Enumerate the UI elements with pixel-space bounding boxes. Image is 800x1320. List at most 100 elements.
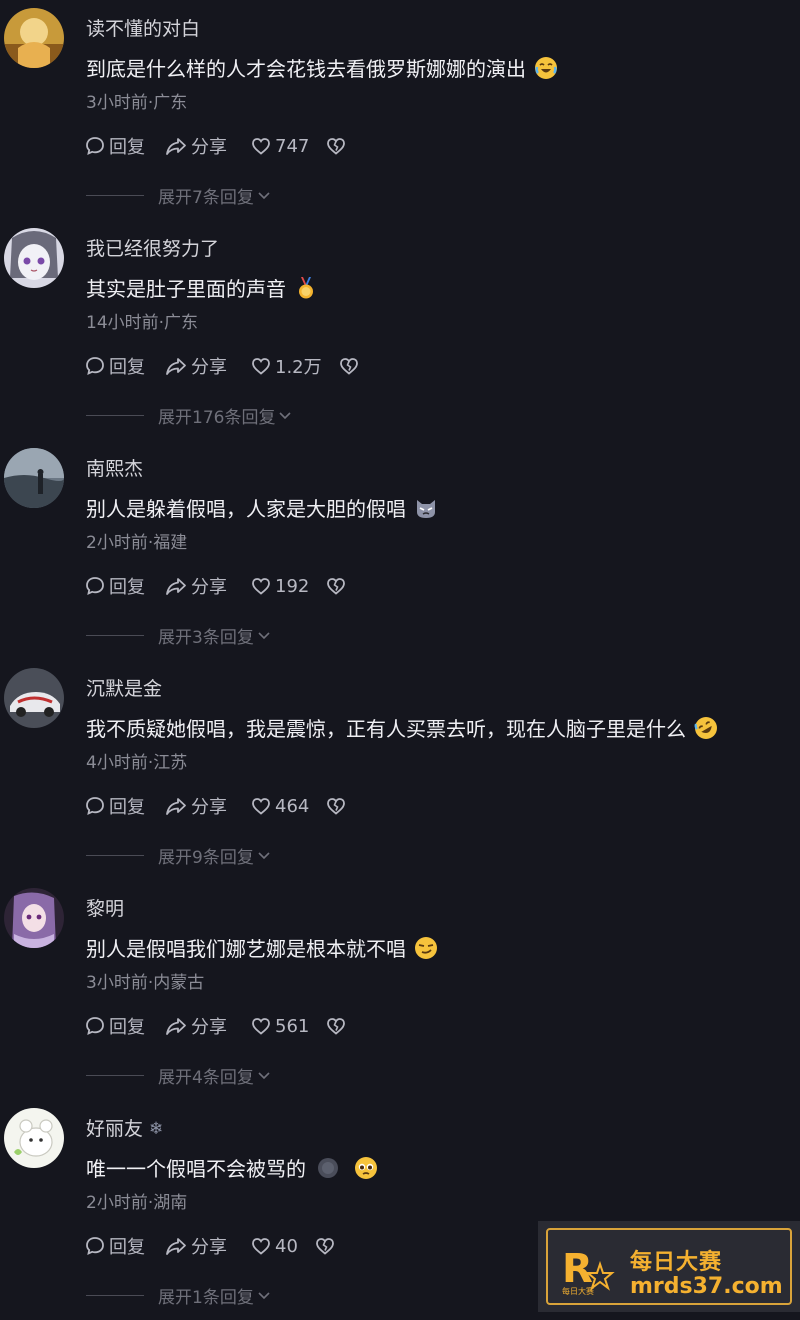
comment-item: 南熙杰 别人是躲着假唱，人家是大胆的假唱 2小时前·福建 回复 分享 192 展… bbox=[0, 440, 800, 660]
expand-replies-button[interactable]: 展开7条回复 bbox=[86, 182, 272, 208]
share-arrow-icon bbox=[166, 358, 186, 375]
avatar[interactable] bbox=[4, 228, 64, 288]
dislike-button[interactable] bbox=[338, 355, 360, 377]
chevron-down-icon bbox=[279, 412, 292, 420]
share-button[interactable]: 分享 bbox=[164, 573, 250, 599]
share-label: 分享 bbox=[191, 577, 227, 598]
dark-blob-emoji-icon bbox=[316, 1156, 340, 1180]
username[interactable]: 读不懂的对白 bbox=[86, 14, 200, 41]
expand-replies-button[interactable]: 展开1条回复 bbox=[86, 1282, 272, 1308]
expand-replies-button[interactable]: 展开176条回复 bbox=[86, 402, 293, 428]
reply-button[interactable]: 回复 bbox=[84, 133, 164, 159]
chevron-down-icon bbox=[258, 852, 270, 860]
dislike-button[interactable] bbox=[314, 1235, 336, 1257]
share-button[interactable]: 分享 bbox=[164, 133, 250, 159]
reply-button[interactable]: 回复 bbox=[84, 1233, 164, 1259]
like-button[interactable]: 192 bbox=[250, 575, 309, 597]
reply-label: 回复 bbox=[109, 1237, 145, 1258]
pleading-emoji-icon bbox=[354, 1156, 378, 1180]
like-button[interactable]: 464 bbox=[250, 795, 309, 817]
comment-meta: 2小时前·福建 bbox=[86, 533, 188, 553]
like-button[interactable]: 747 bbox=[250, 135, 309, 157]
broken-heart-icon bbox=[339, 358, 358, 375]
like-button[interactable]: 40 bbox=[250, 1235, 298, 1257]
cat-emoji-icon bbox=[414, 496, 438, 520]
avatar[interactable] bbox=[4, 1108, 64, 1168]
comment-text: 其实是肚子里面的声音 bbox=[86, 273, 318, 302]
avatar[interactable] bbox=[4, 668, 64, 728]
username[interactable]: 黎明 bbox=[86, 894, 124, 921]
avatar[interactable] bbox=[4, 8, 64, 68]
comment-item: 我已经很努力了 其实是肚子里面的声音 14小时前·广东 回复 分享 1.2万 展… bbox=[0, 220, 800, 440]
username[interactable]: 好丽友 ❄ bbox=[86, 1114, 163, 1141]
share-label: 分享 bbox=[191, 1237, 227, 1258]
watermark: R 每日大赛 每日大赛 mrds37.com bbox=[538, 1221, 800, 1312]
svg-text:每日大赛: 每日大赛 bbox=[562, 1286, 594, 1296]
speech-bubble-icon bbox=[86, 1017, 104, 1036]
comment-meta: 14小时前·广东 bbox=[86, 313, 199, 333]
watermark-logo-icon: R 每日大赛 bbox=[562, 1246, 615, 1296]
dislike-button[interactable] bbox=[325, 1015, 347, 1037]
broken-heart-icon bbox=[327, 138, 346, 155]
reply-button[interactable]: 回复 bbox=[84, 573, 164, 599]
comment-actions: 回复 分享 40 bbox=[84, 1233, 336, 1259]
crying-laughing-emoji-icon bbox=[534, 56, 558, 80]
comment-item: 黎明 别人是假唱我们娜艺娜是根本就不唱 3小时前·内蒙古 回复 分享 561 展… bbox=[0, 880, 800, 1100]
like-count: 561 bbox=[275, 1015, 310, 1037]
svg-text:R: R bbox=[562, 1246, 593, 1292]
like-button[interactable]: 561 bbox=[250, 1015, 309, 1037]
medal-emoji-icon bbox=[294, 276, 318, 300]
reply-button[interactable]: 回复 bbox=[84, 353, 164, 379]
comment-meta: 4小时前·江苏 bbox=[86, 753, 188, 773]
share-button[interactable]: 分享 bbox=[164, 1013, 250, 1039]
comment-actions: 回复 分享 1.2万 bbox=[84, 353, 360, 379]
chevron-down-icon bbox=[258, 1292, 270, 1300]
comment-actions: 回复 分享 561 bbox=[84, 1013, 347, 1039]
speech-bubble-icon bbox=[86, 137, 104, 156]
share-arrow-icon bbox=[166, 1018, 186, 1035]
expand-replies-label: 展开7条回复 bbox=[158, 187, 254, 208]
expand-replies-button[interactable]: 展开3条回复 bbox=[86, 622, 272, 648]
expand-replies-label: 展开4条回复 bbox=[158, 1067, 254, 1088]
dislike-button[interactable] bbox=[325, 135, 347, 157]
comment-actions: 回复 分享 747 bbox=[84, 133, 347, 159]
reply-button[interactable]: 回复 bbox=[84, 1013, 164, 1039]
username[interactable]: 南熙杰 bbox=[86, 454, 143, 481]
dislike-button[interactable] bbox=[325, 575, 347, 597]
comment-text: 我不质疑她假唱，我是震惊，正有人买票去听，现在人脑子里是什么 bbox=[86, 713, 718, 742]
heart-icon bbox=[252, 138, 270, 155]
expand-replies-label: 展开3条回复 bbox=[158, 627, 254, 648]
rofl-emoji-icon bbox=[694, 716, 718, 740]
comment-meta: 3小时前·内蒙古 bbox=[86, 973, 205, 993]
speech-bubble-icon bbox=[86, 797, 104, 816]
reply-button[interactable]: 回复 bbox=[84, 793, 164, 819]
dislike-button[interactable] bbox=[325, 795, 347, 817]
expand-replies-button[interactable]: 展开9条回复 bbox=[86, 842, 272, 868]
divider-line bbox=[86, 854, 144, 856]
divider-line bbox=[86, 634, 144, 636]
expand-replies-label: 展开9条回复 bbox=[158, 847, 254, 868]
comment-text: 别人是假唱我们娜艺娜是根本就不唱 bbox=[86, 933, 438, 962]
share-button[interactable]: 分享 bbox=[164, 793, 250, 819]
heart-icon bbox=[252, 1238, 270, 1255]
comment-item: 沉默是金 我不质疑她假唱，我是震惊，正有人买票去听，现在人脑子里是什么 4小时前… bbox=[0, 660, 800, 880]
share-label: 分享 bbox=[191, 137, 227, 158]
like-count: 40 bbox=[275, 1235, 298, 1257]
username[interactable]: 沉默是金 bbox=[86, 674, 162, 701]
avatar[interactable] bbox=[4, 888, 64, 948]
expand-replies-button[interactable]: 展开4条回复 bbox=[86, 1062, 272, 1088]
share-button[interactable]: 分享 bbox=[164, 353, 250, 379]
username[interactable]: 我已经很努力了 bbox=[86, 234, 219, 261]
like-button[interactable]: 1.2万 bbox=[250, 353, 322, 379]
watermark-url: mrds37.com bbox=[630, 1274, 783, 1299]
speech-bubble-icon bbox=[86, 577, 104, 596]
broken-heart-icon bbox=[327, 798, 346, 815]
comment-meta: 3小时前·广东 bbox=[86, 93, 188, 113]
chevron-down-icon bbox=[258, 192, 270, 200]
share-button[interactable]: 分享 bbox=[164, 1233, 250, 1259]
like-count: 1.2万 bbox=[275, 357, 322, 378]
share-arrow-icon bbox=[166, 1238, 186, 1255]
chevron-down-icon bbox=[258, 1072, 270, 1080]
heart-icon bbox=[252, 578, 270, 595]
avatar[interactable] bbox=[4, 448, 64, 508]
